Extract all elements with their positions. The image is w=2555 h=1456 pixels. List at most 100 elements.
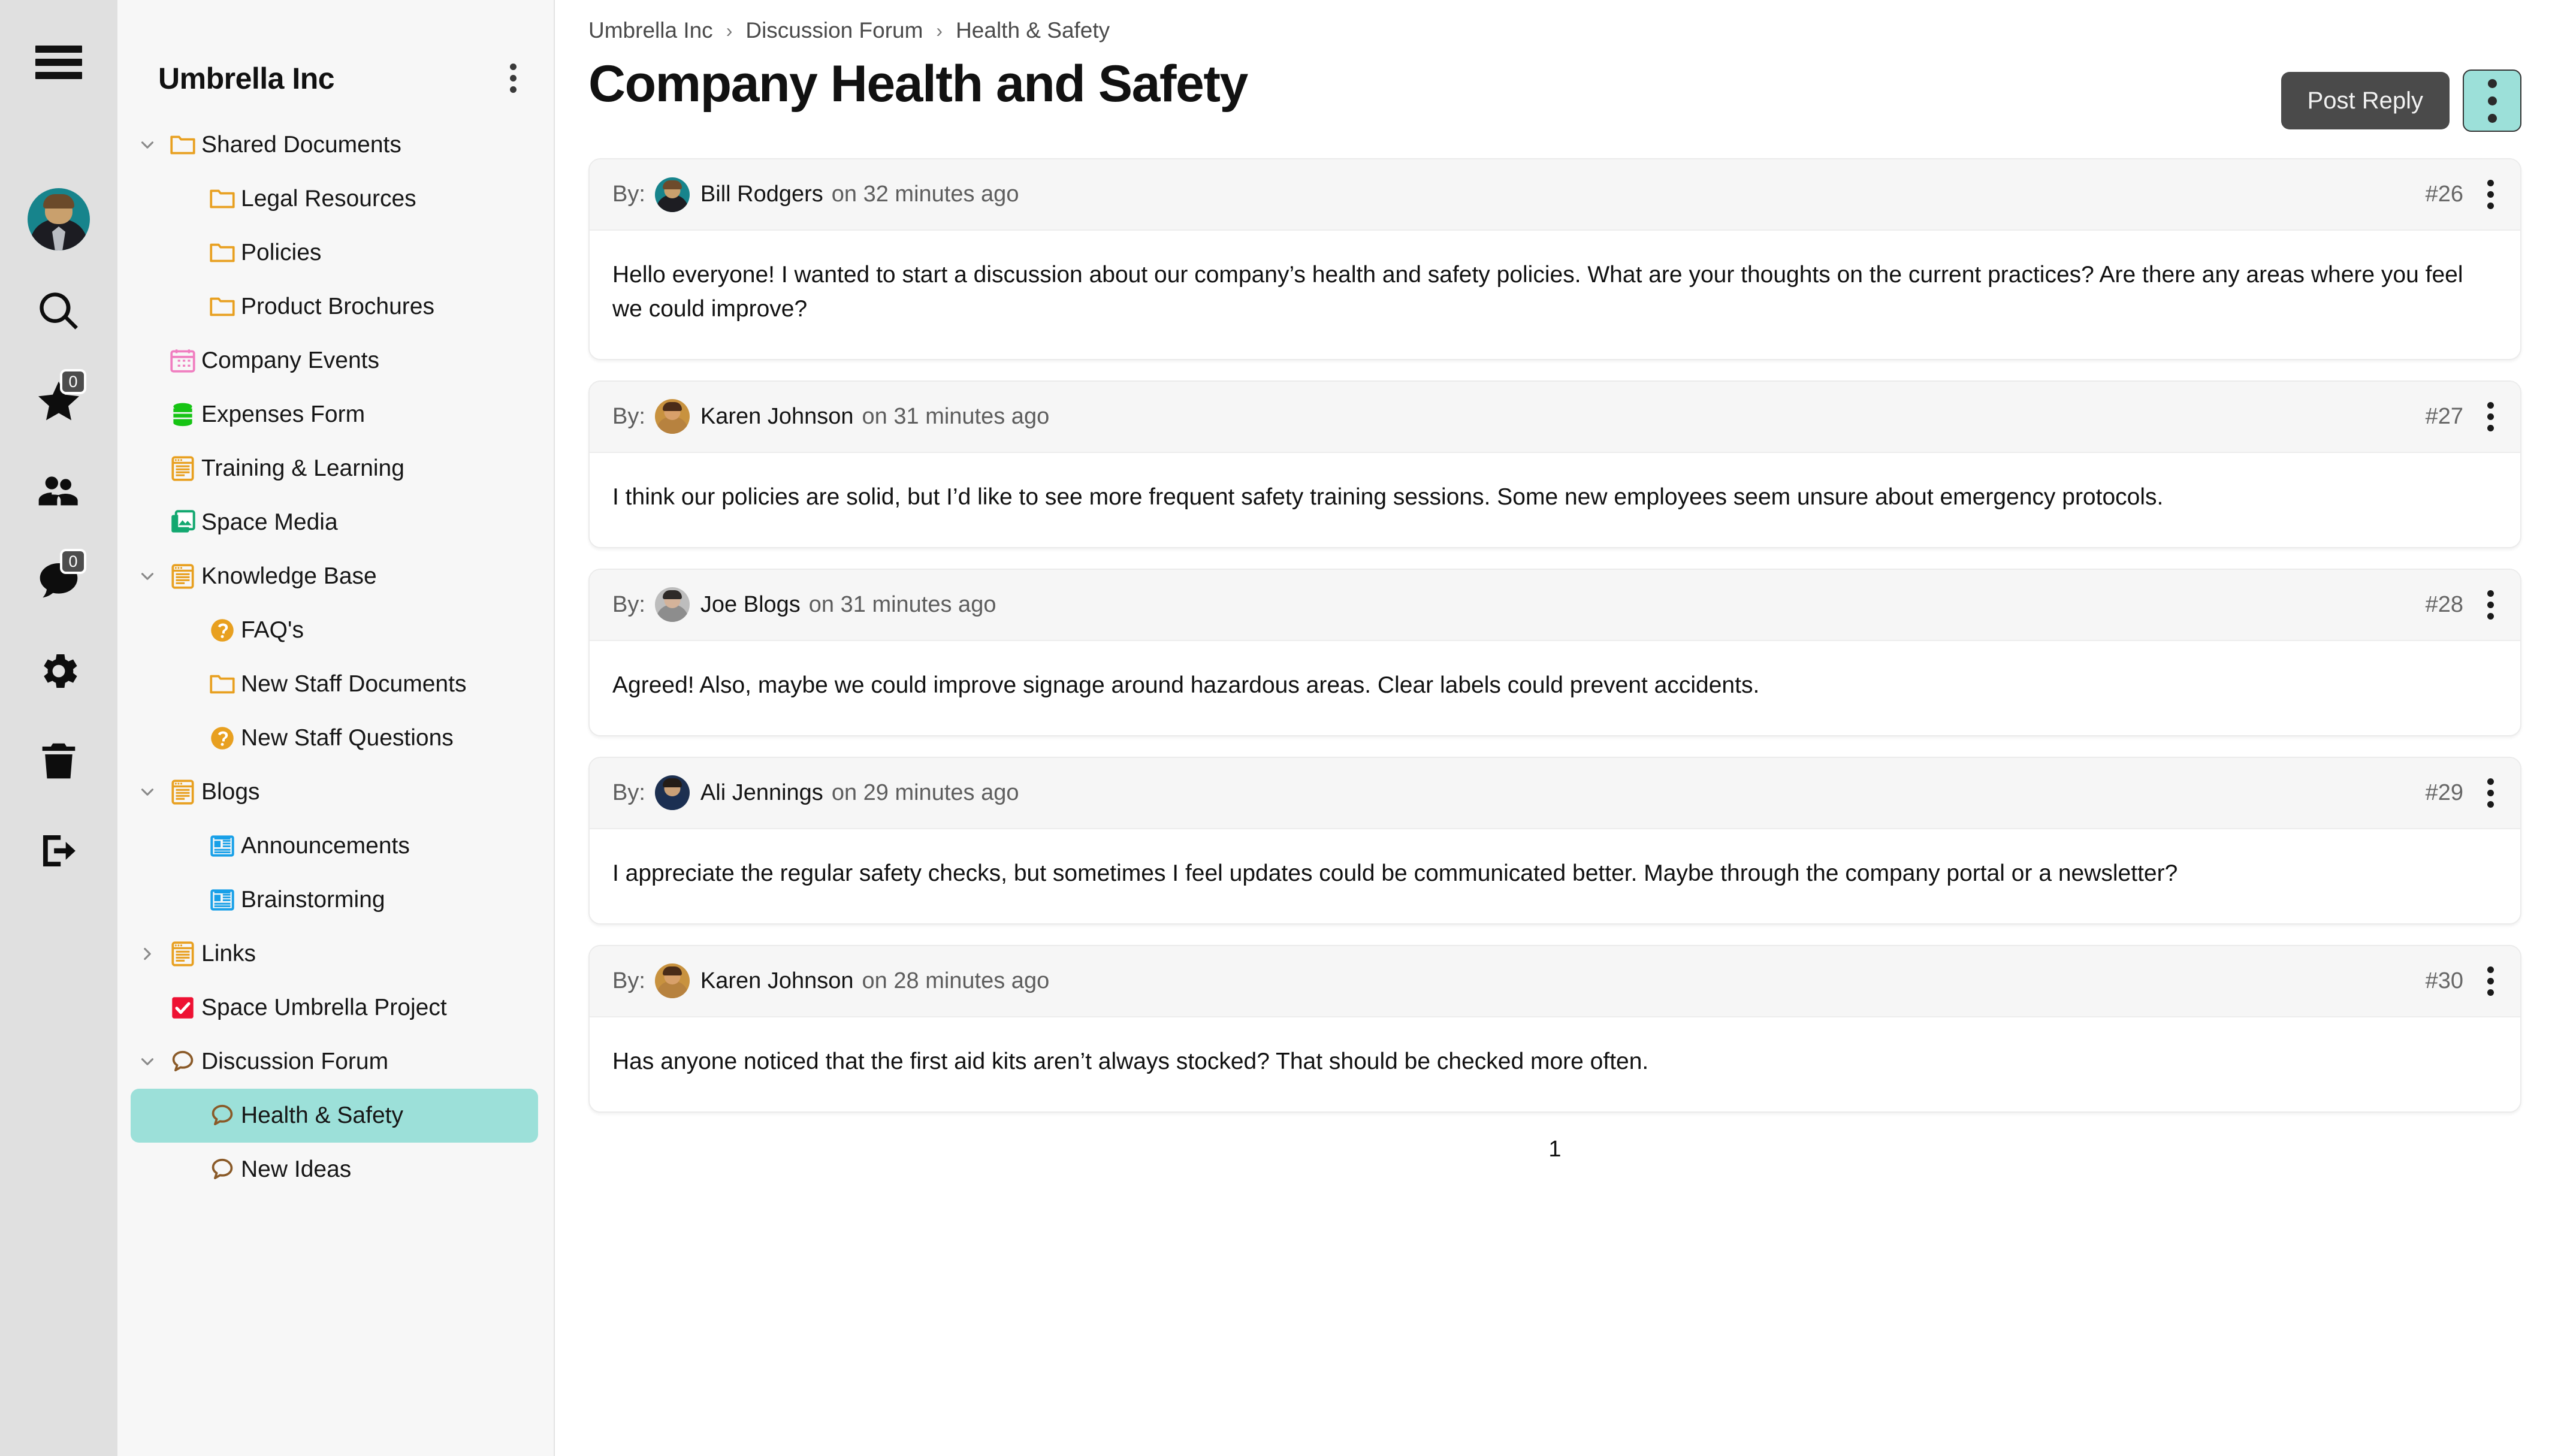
tree-item-expenses-form[interactable]: Expenses Form <box>131 388 538 442</box>
chevron-down-icon[interactable] <box>131 566 164 587</box>
page-icon <box>164 777 201 807</box>
tree-item-announcements[interactable]: Announcements <box>131 819 538 873</box>
tree-item-new-staff-questions[interactable]: New Staff Questions <box>131 711 538 765</box>
post-author-name[interactable]: Karen Johnson <box>700 968 854 994</box>
post-byline: By: Karen Johnson on 31 minutes ago <box>612 399 1049 434</box>
main-content: Umbrella Inc › Discussion Forum › Health & S… <box>555 0 2555 1456</box>
image-icon <box>164 508 201 537</box>
search-icon[interactable] <box>23 276 95 348</box>
tree-item-product-brochures[interactable]: Product Brochures <box>131 280 538 334</box>
post-number: #28 <box>2425 591 2463 617</box>
tree-item-label: New Staff Documents <box>241 671 467 697</box>
calendar-icon <box>164 346 201 376</box>
page-icon <box>164 939 201 969</box>
newspaper-icon <box>204 831 241 861</box>
tree-item-faq-s[interactable]: FAQ's <box>131 603 538 657</box>
post-body: Agreed! Also, maybe we could improve sig… <box>612 672 1760 698</box>
post-author-name[interactable]: Joe Blogs <box>700 592 801 618</box>
post-author-avatar <box>654 177 690 212</box>
post-author-avatar <box>654 587 690 623</box>
tree-item-policies[interactable]: Policies <box>131 226 538 280</box>
tree-item-blogs[interactable]: Blogs <box>131 765 538 819</box>
breadcrumb-item[interactable]: Umbrella Inc <box>588 18 713 43</box>
star-icon[interactable]: 0 <box>23 365 95 437</box>
tree-item-label: New Ideas <box>241 1156 352 1182</box>
tree-item-label: Policies <box>241 240 322 265</box>
tree-item-label: Training & Learning <box>201 455 404 481</box>
post-card: By: Karen Johnson on 28 minutes ago #30 Has… <box>588 944 2521 1113</box>
tree-item-new-ideas[interactable]: New Ideas <box>131 1143 538 1197</box>
post-reply-button[interactable]: Post Reply <box>2281 72 2450 129</box>
logout-icon[interactable] <box>23 815 95 887</box>
tree-item-knowledge-base[interactable]: Knowledge Base <box>131 549 538 603</box>
gear-icon[interactable] <box>23 635 95 707</box>
post-more-menu-icon[interactable] <box>2481 397 2500 436</box>
space-title: Umbrella Inc <box>158 61 335 95</box>
tree-item-company-events[interactable]: Company Events <box>131 334 538 388</box>
post-card: By: Joe Blogs on 31 minutes ago #28 Agreed!… <box>588 568 2521 736</box>
pagination-page[interactable]: 1 <box>1538 1133 1572 1166</box>
page-more-menu-icon[interactable] <box>2463 70 2521 132</box>
post-author-name[interactable]: Bill Rodgers <box>700 182 823 207</box>
post-header: By: Bill Rodgers on 32 minutes ago #26 <box>590 159 2520 231</box>
post-card: By: Bill Rodgers on 32 minutes ago #26 Hell… <box>588 158 2521 360</box>
tree-item-space-media[interactable]: Space Media <box>131 496 538 549</box>
breadcrumb-item[interactable]: Discussion Forum <box>745 18 923 43</box>
post-header: By: Ali Jennings on 29 minutes ago #29 <box>590 757 2520 829</box>
post-byline: By: Ali Jennings on 29 minutes ago <box>612 775 1019 811</box>
tree-item-links[interactable]: Links <box>131 927 538 981</box>
post-byline: By: Karen Johnson on 28 minutes ago <box>612 963 1050 999</box>
hamburger-menu-icon[interactable] <box>23 26 95 98</box>
tree-item-legal-resources[interactable]: Legal Resources <box>131 172 538 226</box>
tree-item-label: Expenses Form <box>201 401 366 427</box>
post-card: By: Ali Jennings on 29 minutes ago #29 I ap… <box>588 756 2521 925</box>
post-header-actions: #29 <box>2426 774 2500 812</box>
tree-item-label: Brainstorming <box>241 887 385 913</box>
space-more-menu-icon[interactable] <box>506 60 520 96</box>
post-body: I think our policies are solid, but I’d … <box>612 484 2164 510</box>
post-author-name[interactable]: Karen Johnson <box>700 404 854 430</box>
tree-item-training-learning[interactable]: Training & Learning <box>131 442 538 496</box>
tree-item-label: Links <box>201 941 256 966</box>
icon-rail: 0 0 <box>0 0 117 1456</box>
checkbox-icon <box>164 993 201 1023</box>
post-more-menu-icon[interactable] <box>2481 585 2500 624</box>
post-more-menu-icon[interactable] <box>2481 175 2500 214</box>
tree-item-brainstorming[interactable]: Brainstorming <box>131 873 538 927</box>
page-icon <box>164 454 201 484</box>
breadcrumb-separator-icon: › <box>936 19 943 41</box>
post-by-label: By: <box>612 968 645 993</box>
post-timestamp: on 31 minutes ago <box>808 591 996 617</box>
tree-item-label: Blogs <box>201 779 260 805</box>
post-more-menu-icon[interactable] <box>2481 774 2500 812</box>
people-icon[interactable] <box>23 455 95 527</box>
chevron-right-icon[interactable] <box>131 944 164 964</box>
chevron-down-icon[interactable] <box>131 135 164 155</box>
tree-item-discussion-forum[interactable]: Discussion Forum <box>131 1035 538 1089</box>
tree-item-label: FAQ's <box>241 617 304 643</box>
chevron-down-icon[interactable] <box>131 782 164 802</box>
tree-item-health-safety[interactable]: Health & Safety <box>131 1089 538 1143</box>
avatar[interactable] <box>28 188 90 250</box>
tree-item-label: Space Umbrella Project <box>201 995 447 1020</box>
tree-item-space-umbrella-project[interactable]: Space Umbrella Project <box>131 981 538 1035</box>
post-author-name[interactable]: Ali Jennings <box>700 780 823 806</box>
trash-icon[interactable] <box>23 725 95 797</box>
chat-icon[interactable]: 0 <box>23 545 95 617</box>
folder-icon <box>164 130 201 160</box>
breadcrumb-item[interactable]: Health & Safety <box>956 18 1110 43</box>
post-header: By: Joe Blogs on 31 minutes ago #28 <box>590 569 2520 641</box>
post-author-avatar <box>654 399 690 434</box>
post-more-menu-icon[interactable] <box>2481 962 2500 1001</box>
post-list: By: Bill Rodgers on 32 minutes ago #26 Hell… <box>588 158 2521 1113</box>
tree-item-new-staff-documents[interactable]: New Staff Documents <box>131 657 538 711</box>
tree-item-shared-documents[interactable]: Shared Documents <box>131 118 538 172</box>
post-timestamp: on 31 minutes ago <box>862 403 1050 429</box>
post-number: #26 <box>2425 182 2463 207</box>
newspaper-icon <box>204 885 241 915</box>
post-header-actions: #28 <box>2426 585 2500 624</box>
post-timestamp: on 28 minutes ago <box>862 968 1050 993</box>
tree-item-label: Legal Resources <box>241 186 416 212</box>
chevron-down-icon[interactable] <box>131 1052 164 1072</box>
app-root: 0 0 Umbrella Inc Shared Documents Legal R… <box>0 0 2555 1456</box>
